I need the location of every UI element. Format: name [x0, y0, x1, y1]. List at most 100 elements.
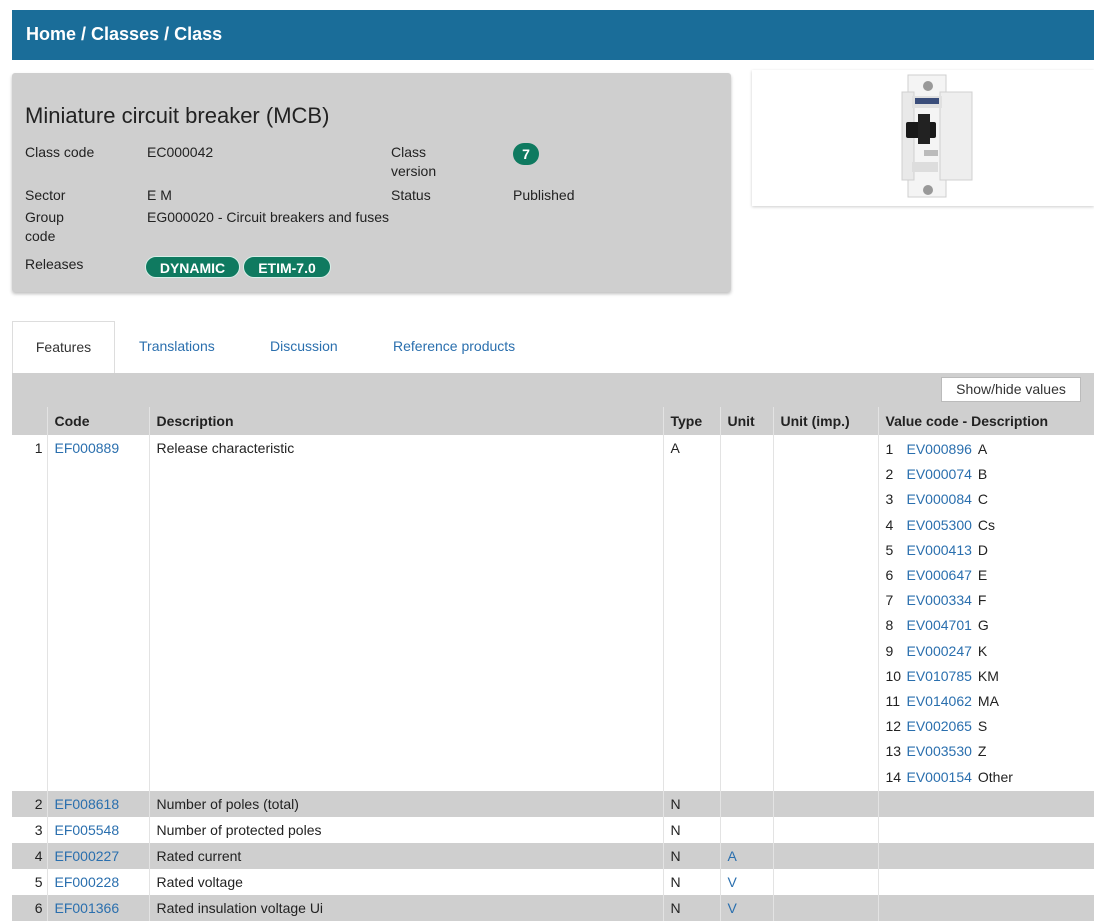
value-code-link[interactable]: EV002065: [907, 718, 972, 734]
table-row: 5 EF000228 Rated voltage N V: [12, 869, 1094, 895]
header-code: Code: [47, 407, 150, 435]
breadcrumb: Home / Classes / Class: [26, 24, 222, 45]
show-hide-values-button[interactable]: Show/hide values: [941, 377, 1081, 402]
value-item: 14 EV000154 Other: [885, 768, 1013, 785]
tab-translations[interactable]: Translations: [139, 321, 215, 373]
value-code-link[interactable]: EV000154: [907, 769, 972, 785]
circuit-breaker-image: [901, 74, 973, 198]
class-info-card: Miniature circuit breaker (MCB) Class co…: [12, 73, 731, 292]
row-unit-imp: [773, 895, 879, 921]
row-code-cell: EF000227: [47, 843, 150, 869]
table-row: 2 EF008618 Number of poles (total) N: [12, 791, 1094, 817]
sector-label: Sector: [25, 187, 66, 203]
value-item: 9 EV000247 K: [885, 642, 988, 659]
value-item: 11 EV014062 MA: [885, 693, 999, 710]
value-item: 2 EV000074 B: [885, 466, 988, 483]
tab-reference-products[interactable]: Reference products: [393, 321, 515, 373]
row-type: N: [663, 895, 721, 921]
value-item: 8 EV004701 G: [885, 617, 989, 634]
row-code-cell: EF008618: [47, 791, 150, 817]
value-code-link[interactable]: EV000084: [907, 491, 972, 507]
status-label: Status: [391, 187, 431, 203]
value-code-link[interactable]: EV003530: [907, 743, 972, 759]
row-unit: V: [720, 869, 774, 895]
row-unit: V: [720, 895, 774, 921]
feature-code-link[interactable]: EF001366: [55, 900, 120, 916]
row-code-cell: EF005548: [47, 817, 150, 843]
class-version-badge: 7: [513, 143, 539, 165]
row-values-cell: [878, 843, 1094, 869]
breadcrumb-classes[interactable]: Classes: [91, 24, 159, 44]
row-type: N: [663, 817, 721, 843]
table-header-row: Code Description Type Unit Unit (imp.) V…: [12, 407, 1094, 435]
feature-code-link[interactable]: EF008618: [55, 796, 120, 812]
row-description: Rated current: [149, 843, 664, 869]
breadcrumb-current: Class: [174, 24, 223, 44]
value-code-link[interactable]: EV000647: [907, 567, 972, 583]
value-code-link[interactable]: EV005300: [907, 517, 972, 533]
value-code-link[interactable]: EV000413: [907, 542, 972, 558]
header-value-code: Value code - Description: [878, 407, 1094, 435]
breadcrumb-home[interactable]: Home: [26, 24, 76, 44]
row-description: Rated insulation voltage Ui: [149, 895, 664, 921]
row-unit: [720, 435, 774, 791]
row-values-cell: 1 EV000896 A 2 EV000074 B 3 EV000084 C 4 EV0053…: [878, 435, 1094, 791]
row-description: Release characteristic: [149, 435, 664, 791]
header-index: [12, 407, 48, 435]
value-code-link[interactable]: EV000896: [907, 441, 972, 457]
header-description: Description: [149, 407, 664, 435]
tab-discussion[interactable]: Discussion: [270, 321, 338, 373]
tab-bar: Features Translations Discussion Referen…: [12, 321, 1094, 373]
unit-link[interactable]: A: [728, 848, 737, 864]
value-code-link[interactable]: EV004701: [907, 617, 972, 633]
row-type: N: [663, 843, 721, 869]
product-image-panel: [752, 70, 1094, 206]
table-row: 3 EF005548 Number of protected poles N: [12, 817, 1094, 843]
value-code-link[interactable]: EV000074: [907, 466, 972, 482]
feature-code-link[interactable]: EF005548: [55, 822, 120, 838]
values-list: 1 EV000896 A 2 EV000074 B 3 EV000084 C 4 EV0053…: [879, 437, 1094, 790]
row-index: 5: [12, 869, 48, 895]
unit-link[interactable]: V: [728, 900, 737, 916]
header-type: Type: [663, 407, 721, 435]
table-row: 6 EF001366 Rated insulation voltage Ui N…: [12, 895, 1094, 921]
unit-link[interactable]: V: [728, 874, 737, 890]
row-type: A: [663, 435, 721, 791]
row-unit-imp: [773, 817, 879, 843]
row-code-cell: EF000228: [47, 869, 150, 895]
value-code-link[interactable]: EV010785: [907, 668, 972, 684]
value-item: 3 EV000084 C: [885, 491, 989, 508]
row-index: 4: [12, 843, 48, 869]
value-item: 12 EV002065 S: [885, 718, 988, 735]
class-version-label: Class version: [391, 144, 437, 179]
header-unit-imp: Unit (imp.): [773, 407, 879, 435]
releases-label: Releases: [25, 256, 84, 272]
breadcrumb-separator: /: [159, 24, 175, 44]
table-toolbar: [12, 373, 1094, 407]
row-values-cell: [878, 869, 1094, 895]
breadcrumb-separator: /: [76, 24, 92, 44]
value-code-link[interactable]: EV000247: [907, 643, 972, 659]
status-value: Published: [513, 187, 575, 203]
value-code-link[interactable]: EV014062: [907, 693, 972, 709]
sector-value: E M: [147, 187, 172, 203]
feature-code-link[interactable]: EF000889: [55, 440, 120, 456]
header-bar: Home / Classes / Class: [12, 10, 1094, 60]
tab-features[interactable]: Features: [12, 321, 115, 373]
value-item: 1 EV000896 A: [885, 441, 988, 457]
feature-code-link[interactable]: EF000228: [55, 874, 120, 890]
row-values-cell: [878, 791, 1094, 817]
value-item: 4 EV005300 Cs: [885, 516, 996, 533]
row-unit-imp: [773, 791, 879, 817]
row-code-cell: EF001366: [47, 895, 150, 921]
value-code-link[interactable]: EV000334: [907, 592, 972, 608]
value-item: 6 EV000647 E: [885, 567, 988, 584]
feature-code-link[interactable]: EF000227: [55, 848, 120, 864]
row-values-cell: [878, 895, 1094, 921]
value-item: 7 EV000334 F: [885, 592, 987, 609]
features-table: Code Description Type Unit Unit (imp.) V…: [12, 407, 1094, 921]
row-type: N: [663, 791, 721, 817]
value-item: 10 EV010785 KM: [885, 667, 999, 684]
row-unit: [720, 791, 774, 817]
row-index: 3: [12, 817, 48, 843]
